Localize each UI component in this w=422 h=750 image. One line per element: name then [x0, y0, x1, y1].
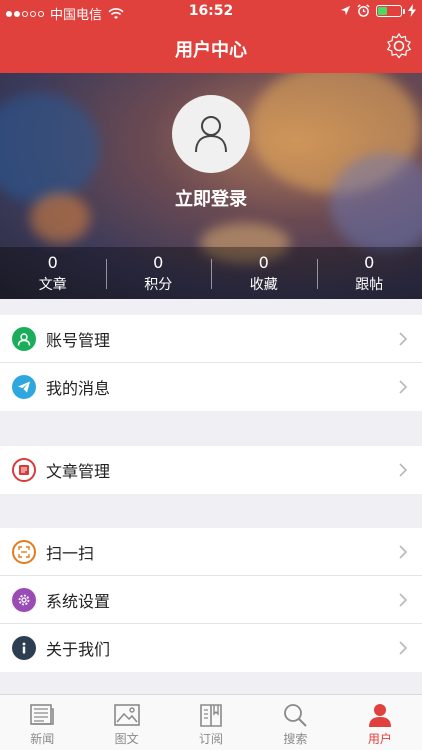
tab-bar: 新闻 图文 订阅 搜索 用户: [0, 694, 422, 750]
profile-banner: 立即登录 0 文章 0 积分 0 收藏 0 跟帖: [0, 73, 422, 299]
news-icon: [30, 704, 55, 725]
stat-articles[interactable]: 0 文章: [0, 247, 106, 299]
info-icon: [12, 636, 36, 660]
book-icon: [200, 704, 222, 727]
stat-label: 收藏: [249, 277, 278, 293]
menu-item-label: 我的消息: [46, 379, 111, 398]
user-placeholder-icon: [195, 116, 227, 153]
top-bar: 中国电信 16:52 用户中心: [0, 0, 422, 73]
tab-label: 图文: [114, 732, 139, 746]
menu-item-settings[interactable]: 系统设置: [0, 576, 422, 624]
tab-news[interactable]: 新闻: [0, 695, 84, 750]
stat-value: 0: [153, 253, 164, 272]
user-icon: [12, 326, 36, 351]
menu-item-messages[interactable]: 我的消息: [0, 363, 422, 411]
tab-user[interactable]: 用户: [338, 695, 422, 750]
tab-subscribe[interactable]: 订阅: [169, 695, 253, 750]
tab-gallery[interactable]: 图文: [84, 695, 168, 750]
menu-item-label: 文章管理: [46, 462, 111, 481]
menu-group-misc: 扫一扫 系统设置 关于我们: [0, 528, 422, 672]
menu-item-label: 关于我们: [46, 640, 111, 659]
stat-label: 跟帖: [355, 277, 384, 293]
menu-group-account: 账号管理 我的消息: [0, 315, 422, 411]
page-title: 用户中心: [175, 40, 247, 61]
avatar[interactable]: [172, 95, 250, 173]
search-icon: [284, 704, 308, 727]
menu-group-articles: 文章管理: [0, 446, 422, 494]
menu-item-scan[interactable]: 扫一扫: [0, 528, 422, 576]
stat-value: 0: [364, 253, 375, 272]
chevron-right-icon: [399, 641, 408, 655]
tab-search[interactable]: 搜索: [253, 695, 337, 750]
menu-item-about[interactable]: 关于我们: [0, 624, 422, 672]
menu-item-account[interactable]: 账号管理: [0, 315, 422, 363]
stat-comments[interactable]: 0 跟帖: [316, 247, 422, 299]
tab-label: 搜索: [283, 732, 308, 746]
tab-label: 用户: [367, 732, 392, 746]
stats-bar: 0 文章 0 积分 0 收藏 0 跟帖: [0, 247, 422, 299]
battery-icon: [376, 4, 405, 17]
tab-label: 新闻: [30, 732, 55, 746]
image-icon: [113, 704, 140, 726]
chevron-right-icon: [399, 463, 408, 477]
chevron-right-icon: [399, 332, 408, 346]
menu-item-articles[interactable]: 文章管理: [0, 446, 422, 494]
scan-icon: [12, 539, 36, 564]
stat-favorites[interactable]: 0 收藏: [211, 247, 317, 299]
settings-gear-button[interactable]: [384, 31, 414, 61]
charging-icon: [408, 4, 416, 17]
chevron-right-icon: [399, 380, 408, 394]
stat-value: 0: [258, 253, 269, 272]
paper-plane-icon: [12, 375, 36, 399]
chevron-right-icon: [399, 593, 408, 607]
article-icon: [12, 458, 36, 482]
status-bar: 中国电信 16:52: [0, 0, 422, 24]
menu-item-label: 系统设置: [46, 591, 111, 611]
login-link[interactable]: 立即登录: [0, 185, 422, 211]
stat-value: 0: [47, 253, 58, 272]
menu-item-label: 扫一扫: [46, 543, 95, 563]
menu-item-label: 账号管理: [46, 330, 111, 350]
stat-label: 积分: [144, 277, 173, 293]
gear-icon: [12, 587, 36, 612]
tab-label: 订阅: [199, 732, 224, 746]
stat-points[interactable]: 0 积分: [105, 247, 212, 299]
stat-label: 文章: [38, 277, 67, 293]
chevron-right-icon: [399, 545, 408, 559]
alarm-icon: [357, 4, 370, 17]
user-icon: [368, 704, 391, 727]
location-arrow-icon: [340, 5, 351, 16]
